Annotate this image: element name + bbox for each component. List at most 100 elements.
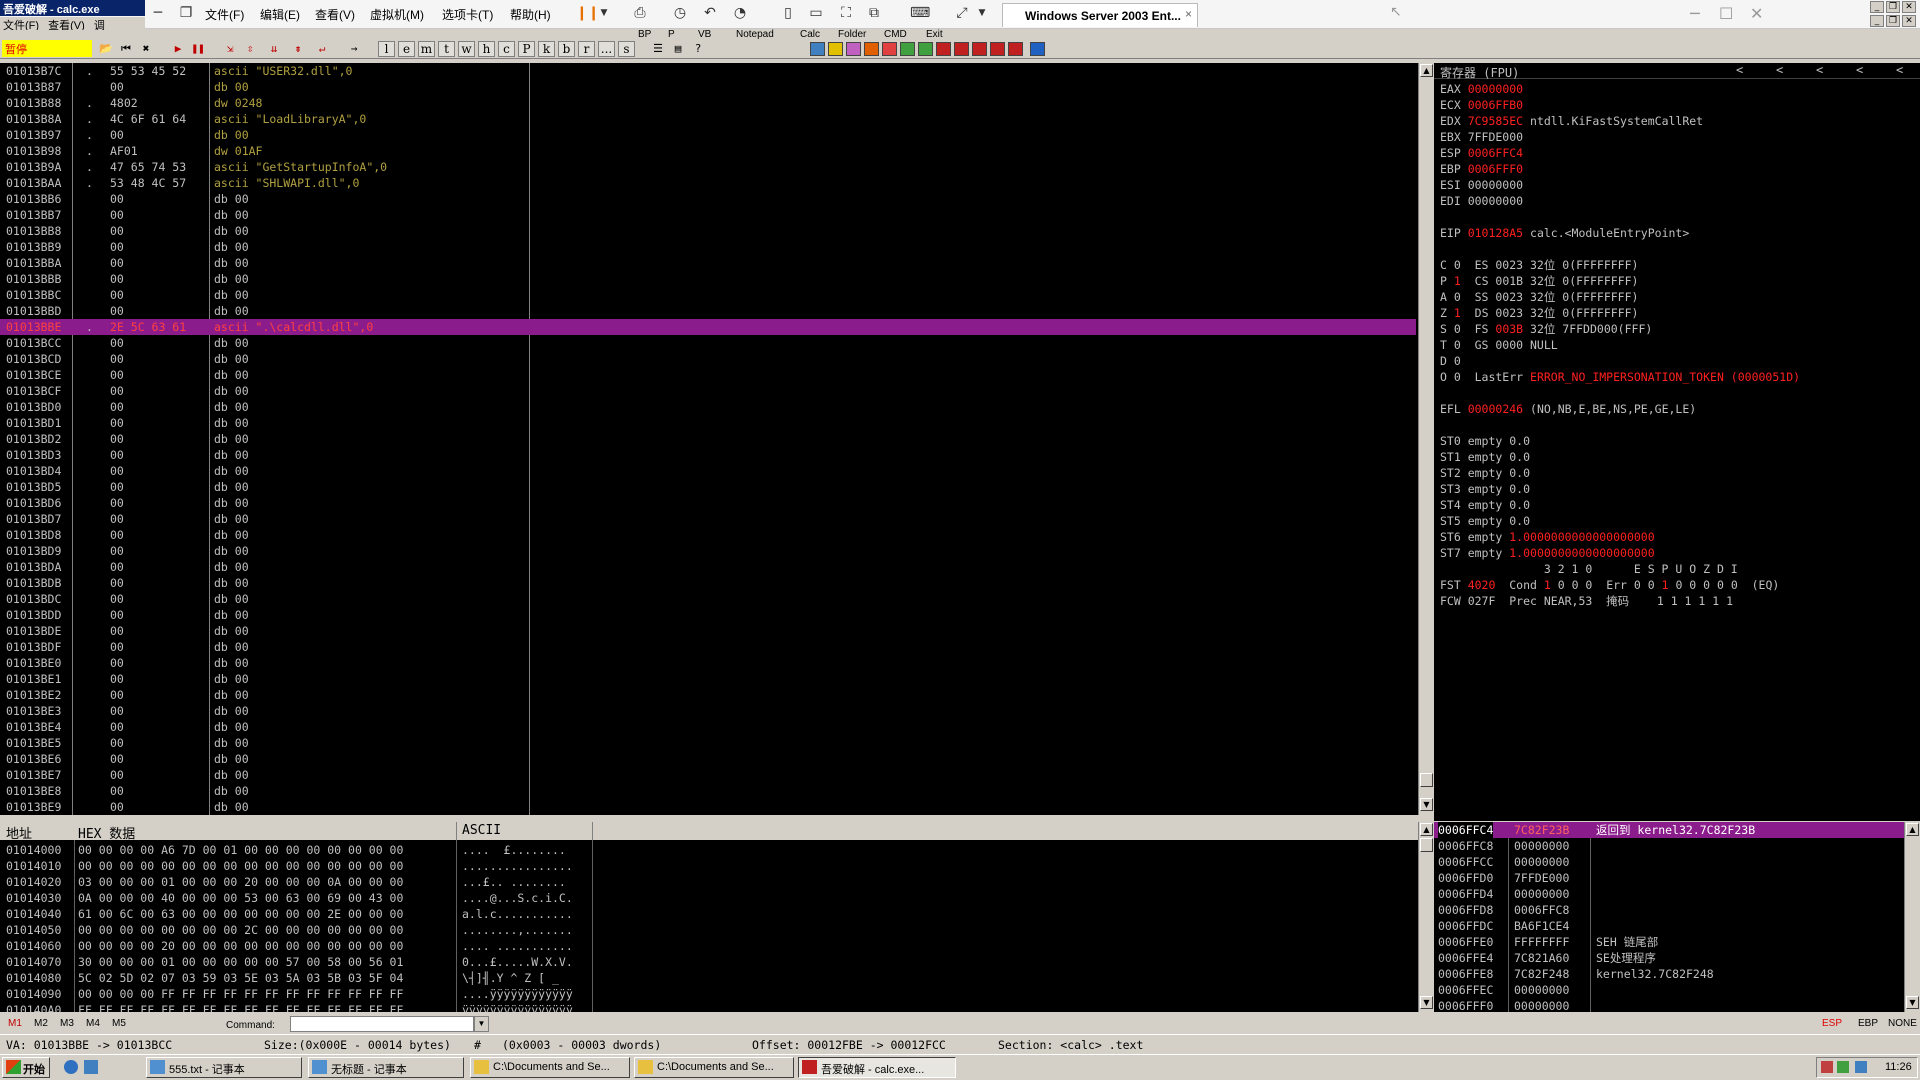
stack-row[interactable]: 0006FFE4 7C821A60 SE处理程序: [1434, 950, 1904, 966]
mdi-restore-icon[interactable]: ❐: [1886, 1, 1900, 13]
call-stack-button[interactable]: k: [538, 41, 555, 57]
stack-row[interactable]: 0006FFF0 00000000: [1434, 998, 1904, 1012]
disasm-row[interactable]: 01013BDD 00 db 00: [0, 607, 1416, 623]
step-into-icon[interactable]: ⇲: [222, 41, 238, 57]
register-line[interactable]: ST6 empty 1.0000000000000000000: [1440, 529, 1655, 545]
disasm-row[interactable]: 01013BBB 00 db 00: [0, 271, 1416, 287]
register-line[interactable]: ST4 empty 0.0: [1440, 497, 1530, 513]
disasm-row[interactable]: 01013BE9 00 db 00: [0, 799, 1416, 815]
close-icon[interactable]: ✕: [1750, 4, 1763, 23]
snapshot-icon[interactable]: ◷: [672, 5, 688, 21]
prev-view-icon[interactable]: <: [1816, 63, 1823, 77]
appearance-icon[interactable]: ▤: [670, 41, 686, 57]
register-line[interactable]: T 0 GS 0000 NULL: [1440, 337, 1558, 353]
plugin-7-icon[interactable]: [918, 42, 933, 56]
dump-row[interactable]: 01014070 30 00 00 00 01 00 00 00 00 00 57…: [0, 954, 1418, 970]
disassembly-pane[interactable]: 01013B7C. 55 53 45 52 ascii "USER32.dll",0…: [0, 63, 1418, 815]
executable-modules-button[interactable]: e: [398, 41, 415, 57]
prev-view-icon[interactable]: <: [1776, 63, 1783, 77]
plugin-8-icon[interactable]: [936, 42, 951, 56]
unity-icon[interactable]: ⧉: [866, 5, 882, 21]
options-icon[interactable]: ☰: [650, 41, 666, 57]
vm-menu-machine[interactable]: 虚拟机(M): [370, 6, 424, 23]
disasm-row[interactable]: 01013BDA 00 db 00: [0, 559, 1416, 575]
dump-row[interactable]: 010140A0 FF FF FF FF FF FF FF FF FF FF FF…: [0, 1002, 1418, 1012]
plugin-2-icon[interactable]: [828, 42, 843, 56]
explorer-icon[interactable]: [84, 1060, 98, 1074]
memory-map-button[interactable]: m: [418, 41, 435, 57]
debugger-menu-view[interactable]: 查看(V): [48, 20, 85, 30]
memory-tab-m5[interactable]: M5: [112, 1018, 126, 1029]
disasm-row[interactable]: 01013BB8 00 db 00: [0, 223, 1416, 239]
register-line[interactable]: D 0: [1440, 353, 1461, 369]
disasm-row[interactable]: 01013BD6 00 db 00: [0, 495, 1416, 511]
cpu-button[interactable]: c: [498, 41, 515, 57]
memory-tab-m3[interactable]: M3: [60, 1018, 74, 1029]
dump-row[interactable]: 01014000 00 00 00 00 A6 7D 00 01 00 00 00…: [0, 842, 1418, 858]
dropdown-icon[interactable]: ▼: [974, 5, 990, 21]
disasm-row[interactable]: 01013BBE. 2E 5C 63 61 ascii ".\calcdll.dll…: [0, 319, 1416, 335]
register-line[interactable]: 3 2 1 0 E S P U O Z D I: [1440, 561, 1738, 577]
disasm-row[interactable]: 01013BE7 00 db 00: [0, 767, 1416, 783]
plugin-4-icon[interactable]: [864, 42, 879, 56]
dump-row[interactable]: 01014040 61 00 6C 00 63 00 00 00 00 00 00…: [0, 906, 1418, 922]
child-close-icon[interactable]: ✕: [1902, 15, 1916, 27]
disasm-row[interactable]: 01013BDB 00 db 00: [0, 575, 1416, 591]
none-toggle[interactable]: NONE: [1888, 1018, 1917, 1029]
pause-icon[interactable]: ❚❚: [190, 41, 206, 57]
register-line[interactable]: ST2 empty 0.0: [1440, 465, 1530, 481]
sidebar-toggle-icon[interactable]: ▯: [780, 5, 796, 21]
register-line[interactable]: ST7 empty 1.0000000000000000000: [1440, 545, 1655, 561]
threads-button[interactable]: t: [438, 41, 455, 57]
disasm-row[interactable]: 01013BE2 00 db 00: [0, 687, 1416, 703]
step-over-icon[interactable]: ⇳: [242, 41, 258, 57]
register-line[interactable]: Z 1 DS 0023 32位 0(FFFFFFFF): [1440, 305, 1638, 321]
register-line[interactable]: EAX 00000000: [1440, 81, 1523, 97]
minimize-vm-icon[interactable]: ─: [150, 5, 166, 21]
memory-tab-m2[interactable]: M2: [34, 1018, 48, 1029]
disasm-row[interactable]: 01013B87 00 db 00: [0, 79, 1416, 95]
disasm-row[interactable]: 01013BE1 00 db 00: [0, 671, 1416, 687]
register-line[interactable]: ESI 00000000: [1440, 177, 1523, 193]
disasm-row[interactable]: 01013BD0 00 db 00: [0, 399, 1416, 415]
register-line[interactable]: EDX 7C9585EC ntdll.KiFastSystemCallRet: [1440, 113, 1703, 129]
scroll-up-icon[interactable]: ▲: [1420, 64, 1433, 77]
child-minimize-icon[interactable]: _: [1870, 15, 1884, 27]
scroll-up-icon[interactable]: ▲: [1906, 823, 1919, 836]
disasm-row[interactable]: 01013BD4 00 db 00: [0, 463, 1416, 479]
disasm-row[interactable]: 01013BE3 00 db 00: [0, 703, 1416, 719]
stack-row[interactable]: 0006FFEC 00000000: [1434, 982, 1904, 998]
plugin-12-icon[interactable]: [1008, 42, 1023, 56]
disasm-row[interactable]: 01013B9A. 47 65 74 53 ascii "GetStartupInf…: [0, 159, 1416, 175]
console-icon[interactable]: ⌨: [910, 5, 930, 21]
disasm-row[interactable]: 01013BB6 00 db 00: [0, 191, 1416, 207]
plugin-1-icon[interactable]: [810, 42, 825, 56]
register-line[interactable]: FCW 027F Prec NEAR,53 掩码 1 1 1 1 1 1: [1440, 593, 1733, 609]
disasm-row[interactable]: 01013BB9 00 db 00: [0, 239, 1416, 255]
memory-tab-m1[interactable]: M1: [8, 1018, 22, 1029]
register-line[interactable]: ECX 0006FFB0: [1440, 97, 1523, 113]
disasm-row[interactable]: 01013BB7 00 db 00: [0, 207, 1416, 223]
taskbar-item[interactable]: C:\Documents and Se...: [634, 1057, 794, 1078]
register-line[interactable]: ST3 empty 0.0: [1440, 481, 1530, 497]
disasm-row[interactable]: 01013BE5 00 db 00: [0, 735, 1416, 751]
plugin-11-icon[interactable]: [990, 42, 1005, 56]
dump-row[interactable]: 01014050 00 00 00 00 00 00 00 00 2C 00 00…: [0, 922, 1418, 938]
taskbar-item[interactable]: C:\Documents and Se...: [470, 1057, 630, 1078]
plugin-5-icon[interactable]: [882, 42, 897, 56]
registers-pane[interactable]: 寄存器 (FPU) < < < < < EAX 00000000 ECX 0006…: [1434, 63, 1920, 821]
disasm-row[interactable]: 01013BD8 00 db 00: [0, 527, 1416, 543]
vm-menu-edit[interactable]: 编辑(E): [260, 6, 300, 23]
disasm-row[interactable]: 01013BD1 00 db 00: [0, 415, 1416, 431]
scroll-thumb[interactable]: [1420, 773, 1433, 787]
memory-tab-m4[interactable]: M4: [86, 1018, 100, 1029]
disasm-row[interactable]: 01013B8A. 4C 6F 61 64 ascii "LoadLibraryA"…: [0, 111, 1416, 127]
disasm-row[interactable]: 01013BDF 00 db 00: [0, 639, 1416, 655]
prev-view-icon[interactable]: <: [1856, 63, 1863, 77]
plugin-6-icon[interactable]: [900, 42, 915, 56]
disasm-row[interactable]: 01013BE0 00 db 00: [0, 655, 1416, 671]
dump-row[interactable]: 01014010 00 00 00 00 00 00 00 00 00 00 00…: [0, 858, 1418, 874]
references-button[interactable]: r: [578, 41, 595, 57]
register-line[interactable]: EIP 010128A5 calc.<ModuleEntryPoint>: [1440, 225, 1689, 241]
register-line[interactable]: S 0 FS 003B 32位 7FFDD000(FFF): [1440, 321, 1652, 337]
